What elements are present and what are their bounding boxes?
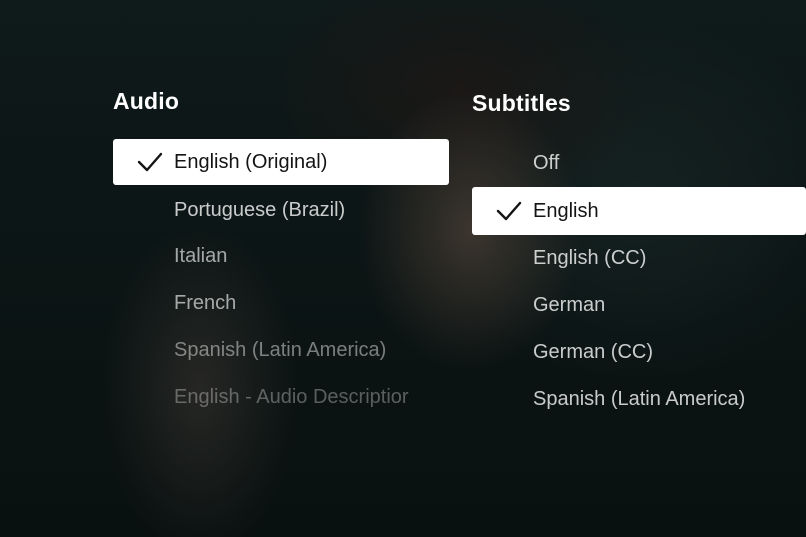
subtitle-option-german-cc[interactable]: German (CC) bbox=[472, 329, 806, 375]
checkmark-icon bbox=[137, 152, 163, 172]
subtitle-option-label: English bbox=[533, 200, 599, 222]
subtitles-heading: Subtitles bbox=[472, 90, 571, 116]
audio-option-spanish-latin-america[interactable]: Spanish (Latin America) bbox=[113, 327, 449, 373]
audio-option-english-audio-description[interactable]: English - Audio Descriptior bbox=[113, 374, 449, 420]
audio-option-portuguese-brazil[interactable]: Portuguese (Brazil) bbox=[113, 187, 449, 233]
subtitle-option-label: English (CC) bbox=[533, 247, 647, 269]
subtitle-option-spanish-latin-america[interactable]: Spanish (Latin America) bbox=[472, 376, 806, 422]
audio-option-label: French bbox=[174, 292, 237, 314]
subtitle-option-english-cc[interactable]: English (CC) bbox=[472, 235, 806, 281]
audio-option-label: English (Original) bbox=[174, 151, 328, 173]
audio-option-french[interactable]: French bbox=[113, 280, 449, 326]
audio-option-label: Spanish (Latin America) bbox=[174, 339, 387, 361]
audio-heading: Audio bbox=[113, 88, 180, 114]
subtitle-option-label: German (CC) bbox=[533, 341, 654, 363]
audio-option-label: English - Audio Descriptior bbox=[174, 386, 409, 408]
subtitle-option-off[interactable]: Off bbox=[472, 140, 806, 186]
subtitle-option-english[interactable]: English bbox=[472, 187, 806, 235]
audio-option-label: Portuguese (Brazil) bbox=[174, 199, 346, 221]
checkmark-icon bbox=[496, 201, 522, 221]
video-player-overlay: Audio Subtitles English (Original) Portu… bbox=[0, 0, 806, 537]
subtitle-option-german[interactable]: German bbox=[472, 282, 806, 328]
audio-option-italian[interactable]: Italian bbox=[113, 233, 449, 279]
audio-option-label: Italian bbox=[174, 245, 228, 267]
subtitle-option-label: Spanish (Latin America) bbox=[533, 388, 746, 410]
audio-option-english-original[interactable]: English (Original) bbox=[113, 139, 449, 185]
subtitle-option-label: German bbox=[533, 294, 606, 316]
subtitle-option-label: Off bbox=[533, 152, 560, 174]
